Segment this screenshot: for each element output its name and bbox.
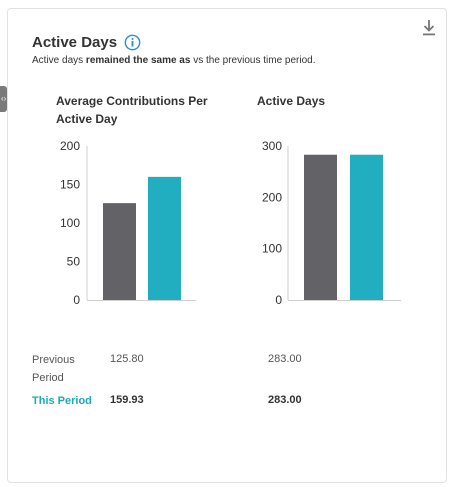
previous-period-label: Previous Period xyxy=(32,354,75,384)
y-tick-label-active-days: 200 xyxy=(262,190,282,204)
charts-canvas: 0 50 100 150 200 0 100 200 300 xyxy=(60,139,401,307)
contrib-this-value: 159.93 xyxy=(110,394,144,406)
y-tick-label-contributions: 200 xyxy=(60,139,80,153)
y-tick-label-active-days: 300 xyxy=(262,139,282,153)
bar-contributions-previous xyxy=(103,203,136,300)
this-period-label: This Period xyxy=(32,395,92,407)
y-tick-label-contributions: 50 xyxy=(67,255,81,269)
y-tick-label-contributions: 150 xyxy=(60,178,80,192)
y-tick-label-active-days: 0 xyxy=(275,293,282,307)
contrib-previous-value: 125.80 xyxy=(110,353,144,365)
days-this-value: 283.00 xyxy=(268,394,302,406)
y-tick-label-contributions: 100 xyxy=(60,216,80,230)
y-tick-label-active-days: 100 xyxy=(262,242,282,256)
y-tick-label-contributions: 0 xyxy=(73,293,80,307)
days-previous-value: 283.00 xyxy=(268,353,302,365)
bar-active-days-previous xyxy=(304,154,337,300)
bar-contributions-this xyxy=(148,176,181,300)
bar-active-days-this xyxy=(350,154,383,300)
